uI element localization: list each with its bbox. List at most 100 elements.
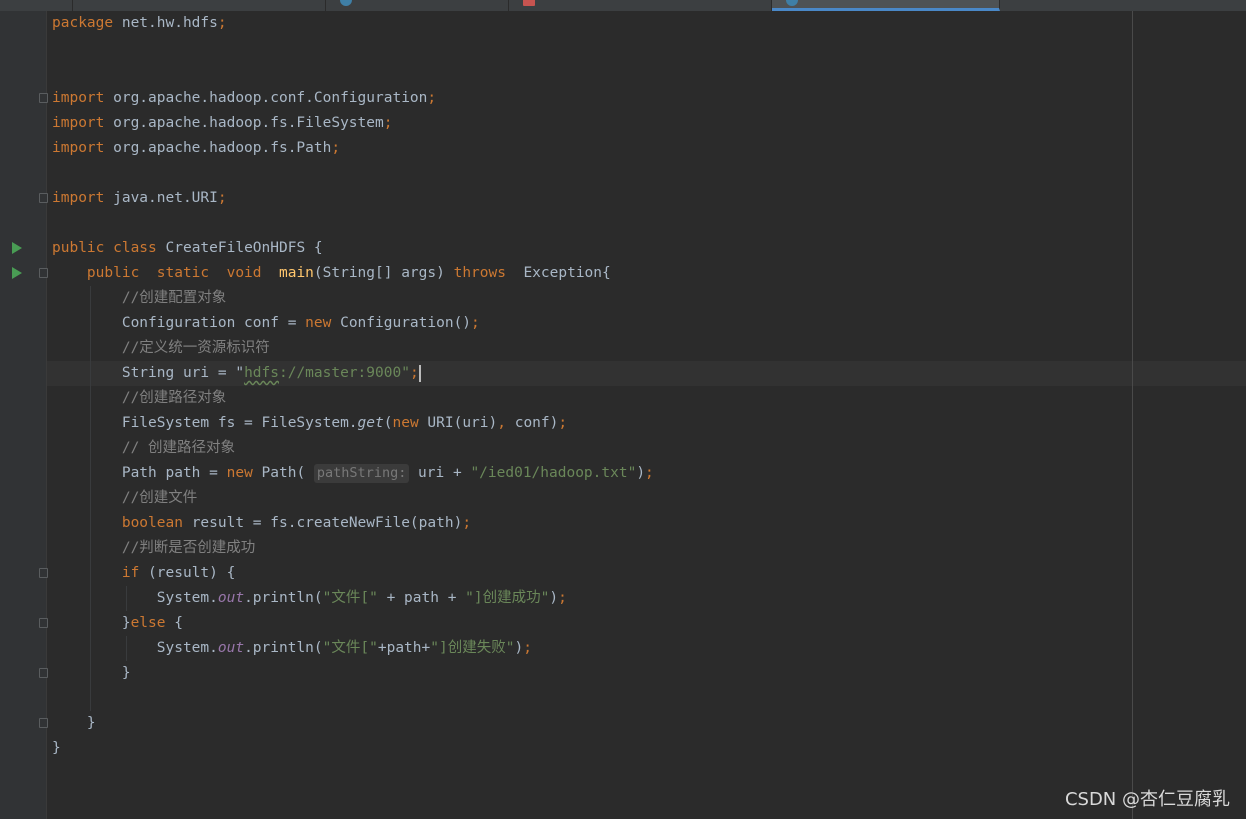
keyword-token: new <box>226 465 262 481</box>
keyword-token: import <box>52 115 114 131</box>
code-line[interactable]: //判断是否创建成功 <box>52 536 255 561</box>
keyword-token: ; <box>462 515 472 531</box>
code-token: java.net.URI <box>113 190 218 206</box>
code-token: ) <box>549 590 559 606</box>
code-line[interactable]: boolean result = fs.createNewFile(path); <box>52 511 471 536</box>
keyword-token: ; <box>471 315 480 331</box>
code-line[interactable]: import org.apache.hadoop.fs.Path; <box>52 136 340 161</box>
run-icon[interactable] <box>12 242 22 254</box>
string-literal: "]创建失败" <box>430 640 515 656</box>
code-token: uri + <box>409 465 471 481</box>
code-line[interactable]: import java.net.URI; <box>52 186 227 211</box>
code-line[interactable]: public class CreateFileOnHDFS { <box>52 236 323 261</box>
parameter-hint: pathString: <box>313 464 410 483</box>
code-line[interactable]: package net.hw.hdfs; <box>52 11 227 36</box>
code-token: System. <box>52 590 218 606</box>
code-token: Configuration conf = <box>52 315 306 331</box>
string-literal: hdfs <box>244 365 279 381</box>
editor-gutter <box>0 11 47 819</box>
code-line[interactable]: Configuration conf = new Configuration()… <box>52 311 480 336</box>
maven-file-icon <box>523 0 535 6</box>
comment: //创建文件 <box>121 490 198 506</box>
fold-icon[interactable] <box>39 718 48 728</box>
code-token: } <box>52 615 131 631</box>
keyword-token: import <box>52 190 114 206</box>
code-token: } <box>52 715 96 731</box>
code-line[interactable]: //定义统一资源标识符 <box>52 336 270 361</box>
string-literal: "文件[" <box>322 640 378 656</box>
code-token: org.apache.hadoop.fs.Path <box>113 140 332 156</box>
code-line[interactable]: String uri = "hdfs://master:9000"; <box>52 361 421 386</box>
code-token: ) <box>514 640 524 656</box>
code-token: } <box>52 665 131 681</box>
code-token: org.apache.hadoop.conf.Configuration <box>113 90 428 106</box>
keyword-token: ; <box>523 640 532 656</box>
fold-icon[interactable] <box>39 668 48 678</box>
code-line[interactable]: Path path = new Path( pathString: uri + … <box>52 461 654 486</box>
keyword-token: ; <box>217 190 227 206</box>
code-line[interactable]: System.out.println("文件[" + path + "]创建成功… <box>52 586 567 611</box>
code-token: Path( <box>261 465 314 481</box>
method-name: main <box>278 265 314 281</box>
fold-icon[interactable] <box>39 268 48 278</box>
code-token: net.hw.hdfs <box>121 15 218 31</box>
keyword-token: ; <box>217 15 227 31</box>
static-field: out <box>217 640 245 656</box>
keyword-token: , <box>497 415 515 431</box>
right-margin-guide <box>1132 11 1133 819</box>
code-line[interactable]: System.out.println("文件["+path+"]创建失败"); <box>52 636 532 661</box>
editor-tab-active[interactable] <box>772 0 1000 11</box>
code-token: org.apache.hadoop.fs.FileSystem <box>113 115 384 131</box>
code-token: Path path = <box>52 465 227 481</box>
keyword-token: public class <box>52 240 166 256</box>
java-class-icon <box>340 0 352 6</box>
keyword-token: new <box>305 315 341 331</box>
code-token: conf) <box>514 415 559 431</box>
code-token: Configuration() <box>340 315 472 331</box>
keyword-token: ; <box>558 590 567 606</box>
code-token: .println( <box>244 590 323 606</box>
editor-tab[interactable] <box>326 0 509 11</box>
static-method-call: get <box>357 415 384 431</box>
run-icon[interactable] <box>12 267 22 279</box>
code-line[interactable]: import org.apache.hadoop.fs.FileSystem; <box>52 111 392 136</box>
fold-icon[interactable] <box>39 93 48 103</box>
fold-icon[interactable] <box>39 618 48 628</box>
code-line[interactable]: //创建路径对象 <box>52 386 226 411</box>
text-caret <box>418 364 421 382</box>
comment: //判断是否创建成功 <box>121 540 256 556</box>
code-line[interactable]: }else { <box>52 611 183 636</box>
keyword-token: else <box>130 615 175 631</box>
keyword-token: ; <box>645 465 654 481</box>
editor-tab[interactable] <box>0 0 73 11</box>
code-line[interactable]: if (result) { <box>52 561 236 586</box>
fold-icon[interactable] <box>39 193 48 203</box>
keyword-token: boolean <box>121 515 192 531</box>
code-token: result = fs.createNewFile(path) <box>191 515 463 531</box>
code-line[interactable]: } <box>52 736 61 761</box>
code-line[interactable]: //创建配置对象 <box>52 286 226 311</box>
code-line[interactable]: // 创建路径对象 <box>52 436 235 461</box>
editor-tab[interactable] <box>73 0 326 11</box>
code-line[interactable]: import org.apache.hadoop.conf.Configurat… <box>52 86 436 111</box>
keyword-token: new <box>392 415 428 431</box>
java-class-icon <box>786 0 798 6</box>
watermark: CSDN @杏仁豆腐乳 <box>1064 789 1230 810</box>
keyword-token: import <box>52 140 114 156</box>
code-line[interactable]: } <box>52 711 96 736</box>
editor-tab[interactable] <box>509 0 772 11</box>
code-line[interactable]: //创建文件 <box>52 486 197 511</box>
code-line[interactable]: } <box>52 661 131 686</box>
keyword-token: public static void <box>86 265 279 281</box>
code-line[interactable]: FileSystem fs = FileSystem.get(new URI(u… <box>52 411 567 436</box>
code-token: String uri = <box>52 365 236 381</box>
keyword-token: package <box>52 15 122 31</box>
fold-icon[interactable] <box>39 568 48 578</box>
code-line[interactable]: public static void main(String[] args) t… <box>52 261 611 286</box>
keyword-token: ; <box>409 365 419 381</box>
